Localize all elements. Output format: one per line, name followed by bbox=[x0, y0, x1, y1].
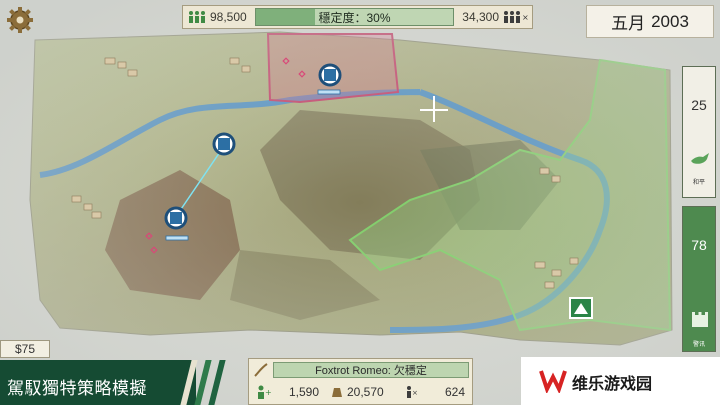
population-icon bbox=[189, 11, 205, 23]
casualties-icon: × bbox=[504, 11, 528, 23]
peace-meter-caption: 和平 bbox=[692, 180, 705, 186]
stat-money-value: 20,570 bbox=[347, 385, 384, 399]
troops-icon: + bbox=[258, 385, 271, 399]
money-bag-icon bbox=[332, 388, 342, 397]
stability-bar: 穩定度：30% bbox=[254, 8, 455, 26]
alert-meter-caption: 警讯 bbox=[692, 342, 705, 348]
alert-meter-value: 78 bbox=[691, 237, 707, 253]
stat-casualties-value: 624 bbox=[445, 385, 466, 399]
top-status-bar: 98,500 穩定度：30% 34,300 × bbox=[182, 5, 533, 29]
promo-banner: 駕馭獨特策略模擬 bbox=[0, 360, 196, 405]
fortress-icon bbox=[692, 312, 708, 327]
gear-icon[interactable] bbox=[6, 6, 34, 34]
population-right-value: 34,300 bbox=[462, 10, 499, 24]
stability-label: 穩定度：30% bbox=[318, 10, 391, 25]
unit-name-bar[interactable]: Foxtrot Romeo: 欠穩定 bbox=[273, 362, 469, 378]
unit-marker-icon[interactable] bbox=[317, 63, 342, 95]
banner-text: 駕馭獨特策略模擬 bbox=[7, 379, 147, 398]
peace-meter: 25 和平 bbox=[682, 66, 716, 198]
stat-troops: + 1,590 bbox=[255, 385, 319, 399]
camp-icon[interactable] bbox=[569, 297, 593, 319]
stat-money: 20,570 bbox=[331, 385, 384, 399]
peace-meter-value: 25 bbox=[691, 97, 707, 113]
dove-icon bbox=[691, 153, 709, 164]
stat-troops-value: 1,590 bbox=[289, 385, 320, 399]
stat-casualties: × 624 bbox=[405, 385, 465, 399]
watermark-logo-icon bbox=[539, 370, 567, 393]
svg-text:+: + bbox=[265, 388, 271, 397]
unit-marker-icon[interactable] bbox=[212, 132, 236, 156]
watermark-text: 维乐游戏园 bbox=[572, 376, 653, 393]
casualty-icon: × bbox=[407, 386, 418, 398]
unit-name: Foxtrot Romeo: 欠穩定 bbox=[315, 365, 427, 377]
population-left-value: 98,500 bbox=[210, 10, 247, 24]
svg-text:×: × bbox=[522, 13, 528, 22]
svg-text:×: × bbox=[412, 389, 418, 397]
date-month: 五月 bbox=[611, 14, 646, 33]
alert-meter: 78 警讯 bbox=[682, 206, 716, 352]
money-value: $75 bbox=[14, 342, 36, 356]
date-selector[interactable]: 五月 2003 bbox=[586, 5, 714, 38]
strategy-map[interactable] bbox=[0, 0, 720, 405]
unit-panel[interactable]: Foxtrot Romeo: 欠穩定 + 1,590 20,570 × 624 bbox=[248, 358, 473, 405]
watermark: 维乐游戏园 bbox=[521, 357, 720, 405]
money-display: $75 bbox=[0, 340, 50, 358]
date-year: 2003 bbox=[651, 11, 689, 31]
wheat-icon bbox=[254, 363, 268, 377]
